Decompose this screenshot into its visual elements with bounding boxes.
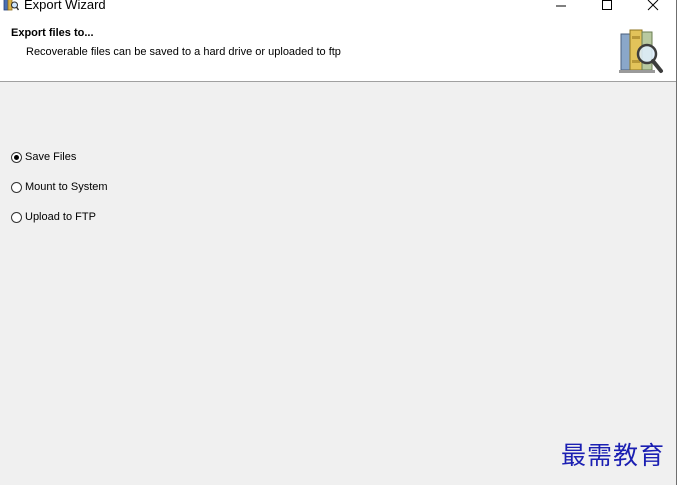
minimize-button[interactable]	[546, 0, 576, 14]
close-button[interactable]	[638, 0, 668, 14]
radio-mount-to-system[interactable]	[11, 181, 22, 193]
radio-save-files[interactable]	[11, 151, 22, 163]
maximize-button[interactable]	[592, 0, 622, 14]
maximize-icon	[602, 0, 612, 10]
header-subtitle: Recoverable files can be saved to a hard…	[26, 46, 341, 58]
option-label: Upload to FTP	[25, 211, 96, 223]
wizard-header: Export files to... Recoverable files can…	[0, 14, 676, 82]
close-icon	[647, 0, 659, 11]
option-label: Save Files	[25, 151, 77, 163]
window-title: Export Wizard	[24, 0, 106, 12]
export-wizard-window: Export Wizard Export files to... Recover…	[0, 0, 677, 485]
background-strip	[677, 0, 683, 485]
title-bar: Export Wizard	[0, 0, 676, 14]
minimize-icon	[556, 5, 566, 7]
option-upload-to-ftp[interactable]: Upload to FTP	[11, 209, 96, 225]
books-magnifier-icon	[617, 24, 665, 76]
header-title: Export files to...	[11, 27, 94, 39]
radio-upload-to-ftp[interactable]	[11, 211, 22, 223]
option-mount-to-system[interactable]: Mount to System	[11, 179, 108, 195]
watermark-text: 最需教育	[561, 441, 666, 470]
option-save-files[interactable]: Save Files	[11, 149, 76, 165]
app-icon	[3, 0, 20, 11]
option-label: Mount to System	[25, 181, 108, 193]
